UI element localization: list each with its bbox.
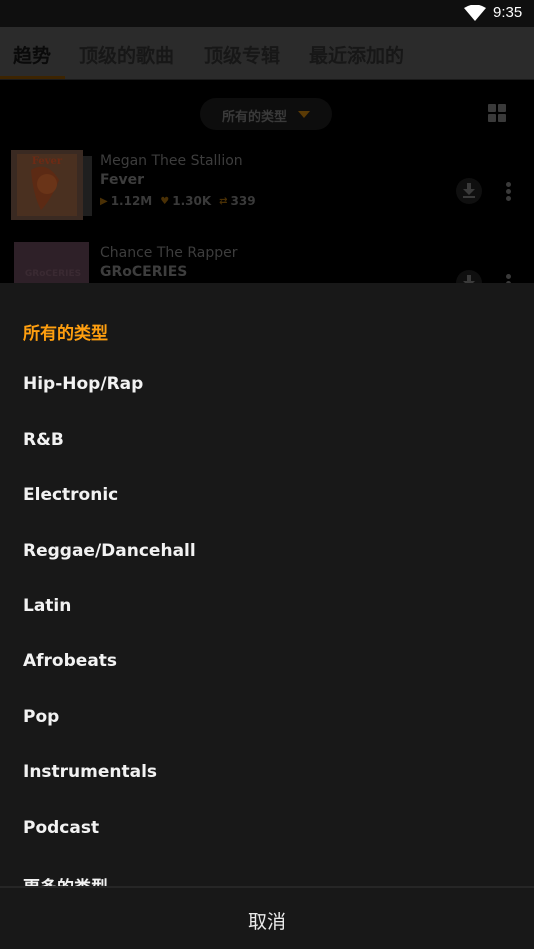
download-icon	[463, 183, 475, 198]
tab-top-albums[interactable]: 顶级专辑	[204, 41, 280, 68]
track-title: GRoCERIES	[100, 264, 188, 280]
track-stats: ▶ 1.12M ♥ 1.30K ⇄ 339	[100, 194, 264, 208]
genre-option-label: Reggae/Dancehall	[23, 541, 196, 561]
repost-count: 339	[230, 194, 256, 208]
genre-bottom-sheet: 所有的类型 Hip-Hop/Rap R&B Electronic Reggae/…	[0, 283, 534, 949]
genre-option-pop[interactable]: Pop	[0, 692, 534, 747]
genre-option-rnb[interactable]: R&B	[0, 415, 534, 470]
genre-option-all[interactable]: 所有的类型	[0, 304, 534, 359]
genre-option-podcast[interactable]: Podcast	[0, 803, 534, 858]
download-icon	[463, 275, 475, 283]
track-row[interactable]: Fever Megan Thee Stallion Fever ▶ 1.12M …	[0, 150, 534, 230]
genre-option-latin[interactable]: Latin	[0, 581, 534, 636]
download-button[interactable]	[456, 270, 482, 283]
genre-option-electronic[interactable]: Electronic	[0, 470, 534, 525]
genre-option-label: 所有的类型	[23, 324, 108, 344]
tab-recently-added[interactable]: 最近添加的	[309, 41, 404, 68]
genre-option-label: R&B	[23, 430, 64, 450]
genre-option-label: 更多的类型	[23, 873, 108, 886]
genre-option-label: Podcast	[23, 818, 100, 838]
genre-option-reggae-dancehall[interactable]: Reggae/Dancehall	[0, 526, 534, 581]
genre-filter-button[interactable]: 所有的类型	[200, 98, 332, 130]
download-button[interactable]	[456, 178, 482, 204]
wifi-icon	[464, 5, 486, 21]
trending-content: 所有的类型 Fever Megan Thee Stallion Fever ▶ …	[0, 80, 534, 283]
svg-text:Fever: Fever	[32, 156, 63, 167]
repost-icon: ⇄	[219, 195, 228, 207]
favorite-count: 1.30K	[172, 194, 212, 208]
album-art: Fever	[11, 150, 83, 220]
status-bar: 9:35	[0, 0, 534, 27]
genre-option-label: Afrobeats	[23, 651, 118, 671]
tab-top-songs[interactable]: 顶级的歌曲	[79, 41, 174, 68]
genre-option-label: Electronic	[23, 485, 119, 505]
genre-option-label: Pop	[23, 707, 60, 727]
genre-option-instrumentals[interactable]: Instrumentals	[0, 747, 534, 802]
cancel-button[interactable]: 取消	[0, 888, 534, 949]
heart-icon: ♥	[160, 195, 170, 207]
genre-option-label: Hip-Hop/Rap	[23, 374, 144, 394]
album-stack-edge	[83, 156, 92, 216]
genre-option-more[interactable]: 更多的类型	[0, 858, 534, 886]
genre-option-hip-hop-rap[interactable]: Hip-Hop/Rap	[0, 359, 534, 414]
track-artist: Chance The Rapper	[100, 245, 238, 261]
status-time: 9:35	[493, 4, 523, 21]
tab-bar: 趋势 顶级的歌曲 顶级专辑 最近添加的	[0, 27, 534, 80]
more-options-button[interactable]	[505, 274, 513, 283]
track-row[interactable]: GRoCERIES Chance The Rapper GRoCERIES	[0, 242, 534, 283]
genre-option-label: Instrumentals	[23, 762, 158, 782]
active-tab-indicator	[0, 76, 65, 79]
tab-trending[interactable]: 趋势	[13, 41, 51, 68]
svg-text:GRoCERIES: GRoCERIES	[25, 269, 81, 279]
play-icon: ▶	[100, 195, 108, 207]
genre-option-afrobeats[interactable]: Afrobeats	[0, 636, 534, 691]
more-options-button[interactable]	[505, 182, 513, 202]
album-art: GRoCERIES	[14, 242, 89, 283]
genre-filter-label: 所有的类型	[222, 110, 288, 125]
cancel-label: 取消	[247, 911, 286, 933]
track-title: Fever	[100, 172, 145, 188]
play-count: 1.12M	[110, 194, 153, 208]
caret-down-icon	[298, 111, 310, 118]
genre-option-label: Latin	[23, 596, 72, 616]
grid-view-icon[interactable]	[488, 104, 506, 122]
track-artist: Megan Thee Stallion	[100, 153, 243, 169]
genre-list[interactable]: 所有的类型 Hip-Hop/Rap R&B Electronic Reggae/…	[0, 283, 534, 886]
